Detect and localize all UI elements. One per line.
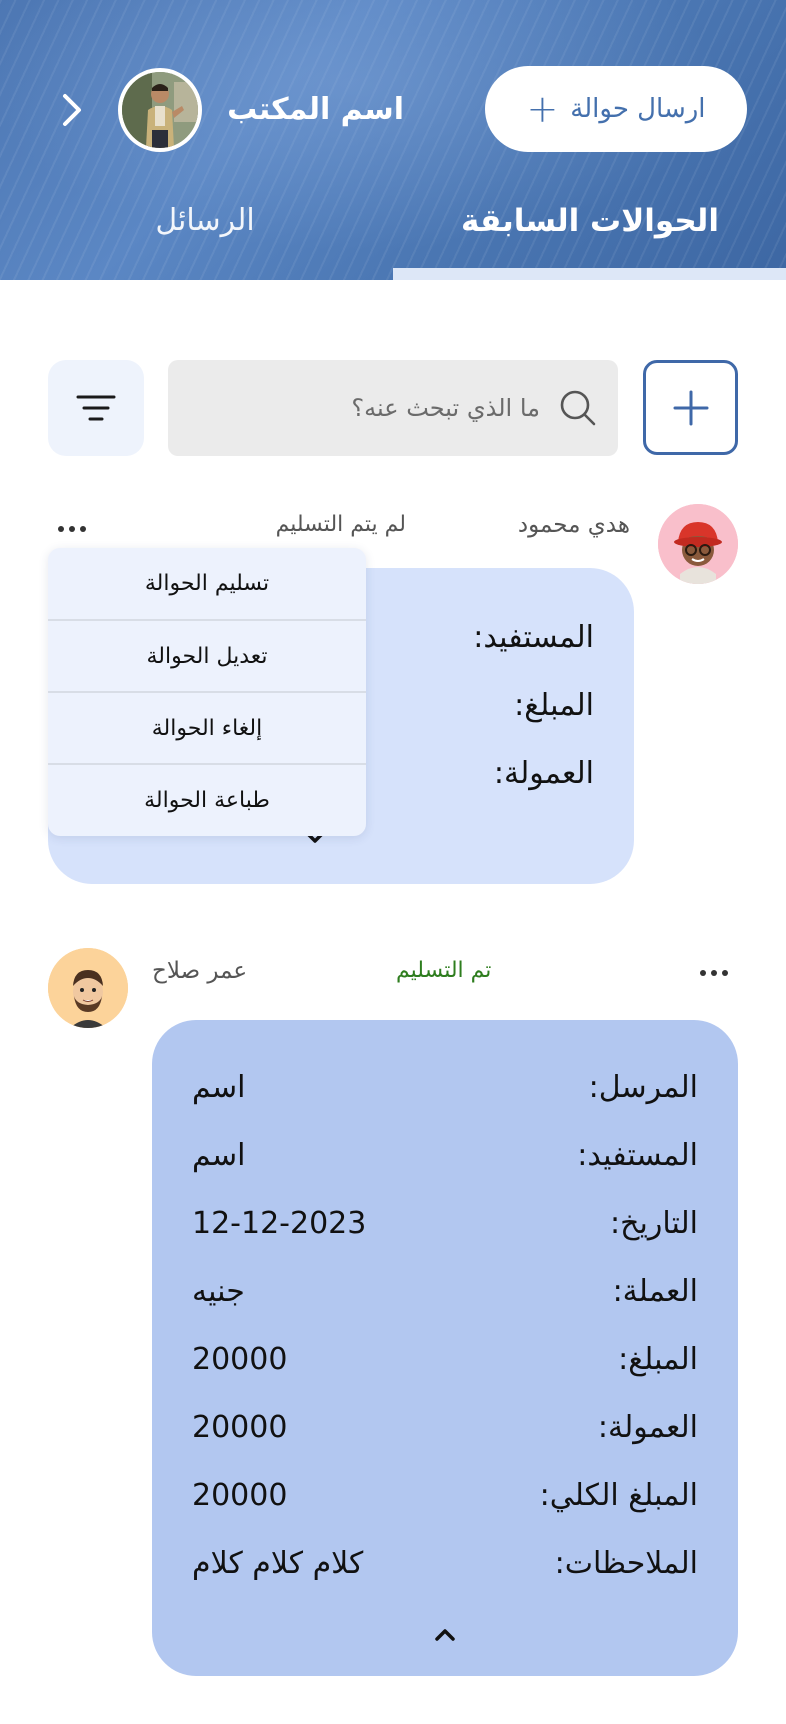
filter-icon <box>76 395 116 421</box>
search-icon <box>560 390 596 426</box>
back-button[interactable] <box>52 88 92 132</box>
office-name: اسم المكتب <box>227 92 404 127</box>
field-label-commission: العمولة: <box>597 1410 698 1445</box>
plus-icon: + <box>526 87 559 131</box>
field-value-beneficiary: اسم <box>192 1138 246 1173</box>
field-label-notes: الملاحظات: <box>554 1546 698 1581</box>
tab-messages[interactable]: الرسائل <box>120 196 290 246</box>
field-value-date: 12-12-2023 <box>192 1206 367 1241</box>
field-value-amount: 20000 <box>192 1342 288 1377</box>
menu-item-cancel[interactable]: إلغاء الحوالة <box>48 693 366 765</box>
avatar <box>658 504 738 584</box>
menu-item-print[interactable]: طباعة الحوالة <box>48 765 366 836</box>
search-bar[interactable] <box>168 360 618 456</box>
field-value-total: 20000 <box>192 1478 288 1513</box>
search-input[interactable] <box>200 360 540 456</box>
field-value-currency: جنيه <box>192 1274 245 1309</box>
menu-item-edit[interactable]: تعديل الحوالة <box>48 621 366 693</box>
field-value-notes: كلام كلام كلام <box>192 1546 364 1581</box>
chevron-up-icon[interactable] <box>430 1624 460 1644</box>
menu-item-deliver[interactable]: تسليم الحوالة <box>48 548 366 620</box>
more-options-button[interactable] <box>48 514 96 544</box>
app-header: اسم المكتب + ارسال حوالة الحوالات السابق… <box>0 0 786 280</box>
sender-name: هدي محمود <box>517 512 630 538</box>
status-badge: تم التسليم <box>396 958 492 983</box>
filter-button[interactable] <box>48 360 144 456</box>
field-label-date: التاريخ: <box>610 1206 698 1241</box>
field-label-sender: المرسل: <box>588 1070 698 1105</box>
send-transfer-label: ارسال حوالة <box>570 94 706 124</box>
plus-icon <box>673 390 708 425</box>
transfer-card-expanded[interactable]: المرسل: اسم المستفيد: اسم التاريخ: 12-12… <box>152 1020 738 1676</box>
field-label-commission: العمولة: <box>493 756 594 791</box>
field-label-amount: المبلغ: <box>514 688 594 723</box>
sender-name: عمر صلاح <box>152 958 248 984</box>
field-value-commission: 20000 <box>192 1410 288 1445</box>
more-options-button[interactable] <box>690 958 738 988</box>
field-label-amount: المبلغ: <box>618 1342 698 1377</box>
tab-previous-transfers[interactable]: الحوالات السابقة <box>460 196 720 246</box>
field-label-beneficiary: المستفيد: <box>577 1138 698 1173</box>
add-button[interactable] <box>643 360 738 455</box>
chevron-right-icon <box>63 94 81 126</box>
transfer-actions-menu: تسليم الحوالة تعديل الحوالة إلغاء الحوال… <box>48 548 366 836</box>
field-value-sender: اسم <box>192 1070 246 1105</box>
avatar <box>48 948 128 1028</box>
status-badge: لم يتم التسليم <box>275 512 406 537</box>
field-label-currency: العملة: <box>612 1274 698 1309</box>
field-label-beneficiary: المستفيد: <box>473 620 594 655</box>
office-avatar <box>118 68 202 152</box>
send-transfer-button[interactable]: + ارسال حوالة <box>485 66 747 152</box>
field-label-total: المبلغ الكلي: <box>539 1478 698 1513</box>
active-tab-indicator <box>393 268 786 280</box>
